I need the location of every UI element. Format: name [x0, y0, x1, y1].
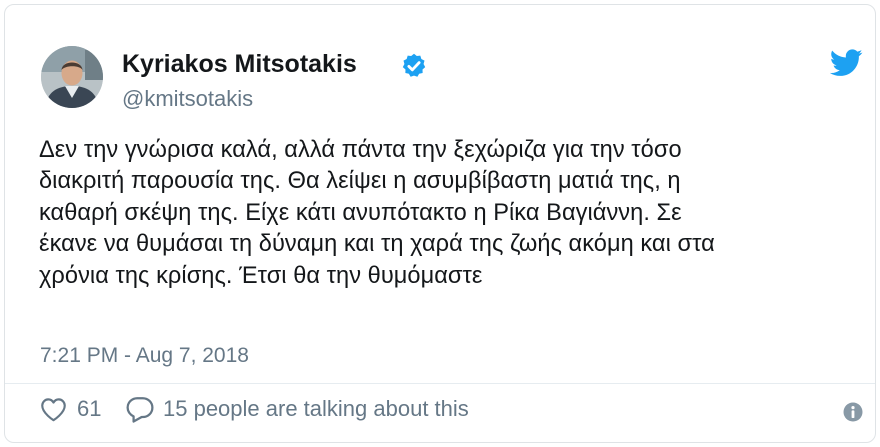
tweet-text-line: Δεν την γνώρισα καλά, αλλά πάντα την ξεχ…	[39, 137, 682, 163]
reply-button[interactable]: 15 people are talking about this	[125, 396, 469, 423]
info-icon[interactable]	[843, 402, 863, 422]
avatar[interactable]	[41, 46, 103, 108]
verified-badge-icon	[402, 53, 426, 77]
heart-icon	[41, 397, 66, 421]
tweet-text-line: χρόνια της κρίσης. Έτσι θα την θυμόμαστε	[39, 262, 483, 289]
author-name[interactable]: Kyriakos Mitsotakis	[122, 50, 357, 79]
twitter-bird-icon[interactable]	[830, 49, 863, 77]
tweet-text-line: έκανε να θυμάσαι τη δύναμη και τη χαρά τ…	[39, 231, 715, 258]
author-handle[interactable]: @kmitsotakis	[122, 86, 253, 112]
tweet-text: Δεν την γνώρισα καλά, αλλά πάντα την ξεχ…	[39, 135, 874, 292]
divider	[5, 383, 875, 384]
like-button[interactable]: 61	[40, 396, 101, 422]
talking-count-text[interactable]: 15 people are talking about this	[163, 396, 469, 422]
tweet-text-line: διακριτή παρουσία της. Θα λείψει η ασυμβ…	[39, 168, 681, 195]
reply-bubble-icon	[126, 396, 154, 423]
like-count: 61	[77, 396, 102, 421]
tweet-card: Kyriakos Mitsotakis @kmitsotakis Δεν την…	[4, 4, 876, 443]
tweet-timestamp[interactable]: 7:21 PM - Aug 7, 2018	[40, 344, 249, 368]
tweet-text-line: καθαρή σκέψη της. Είχε κάτι ανυπότακτο η…	[39, 199, 682, 226]
